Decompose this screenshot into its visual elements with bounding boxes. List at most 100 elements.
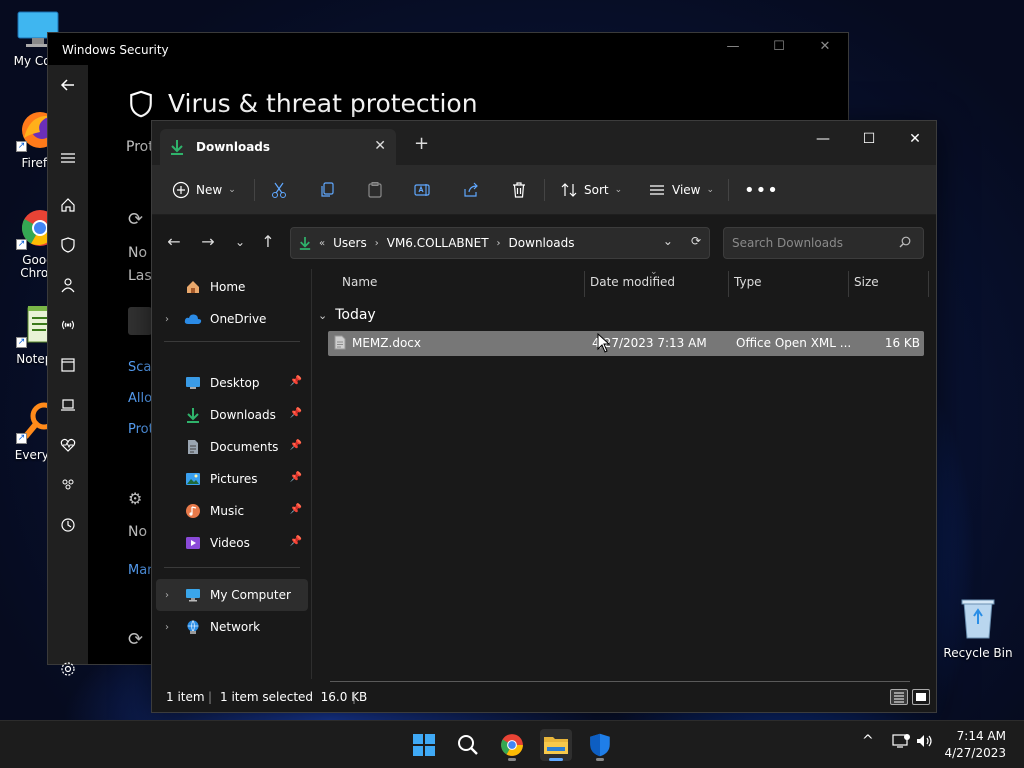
back-button[interactable]: ← xyxy=(164,233,184,253)
more-options-button[interactable]: ••• xyxy=(744,178,779,202)
nav-item-desktop[interactable]: Desktop 📌 xyxy=(156,369,308,397)
close-tab-icon[interactable]: ✕ xyxy=(374,138,386,154)
column-header-name[interactable]: Name xyxy=(342,275,377,297)
show-hidden-icons-chevron-icon[interactable]: ^ xyxy=(862,733,874,749)
minimize-button[interactable]: — xyxy=(800,127,846,151)
search-button[interactable] xyxy=(452,729,484,761)
network-icon xyxy=(184,618,202,636)
up-button[interactable]: ↑ xyxy=(258,233,278,253)
shield-icon[interactable] xyxy=(48,231,88,259)
details-view-button[interactable] xyxy=(890,689,908,705)
table-row[interactable]: MEMZ.docx 4/27/2023 7:13 AM Office Open … xyxy=(328,331,924,356)
column-divider[interactable] xyxy=(928,271,929,297)
recent-locations-button[interactable]: ⌄ xyxy=(230,233,250,253)
search-icon[interactable] xyxy=(899,236,911,251)
column-header-size[interactable]: Size xyxy=(854,275,879,297)
sort-button[interactable]: Sort ⌄ xyxy=(560,178,622,202)
nav-item-music[interactable]: Music 📌 xyxy=(156,497,308,525)
thumbnail-view-button[interactable] xyxy=(912,689,930,705)
group-header-today[interactable]: ⌄ Today xyxy=(318,307,376,323)
taskbar-windows-security-button[interactable] xyxy=(584,729,616,761)
download-arrow-icon xyxy=(184,406,202,424)
refresh-icon[interactable]: ⟳ xyxy=(691,234,701,248)
person-icon[interactable] xyxy=(48,271,88,299)
nav-item-downloads[interactable]: Downloads 📌 xyxy=(156,401,308,429)
taskbar-chrome-button[interactable] xyxy=(496,729,528,761)
new-button[interactable]: New ⌄ xyxy=(172,178,236,202)
desktop-icon-recycle-bin[interactable]: Recycle Bin xyxy=(940,596,1016,660)
settings-gear-icon[interactable] xyxy=(48,655,88,683)
close-button[interactable]: ✕ xyxy=(802,39,848,61)
maximize-button[interactable]: ☐ xyxy=(846,127,892,151)
family-icon[interactable] xyxy=(48,471,88,499)
nav-label: Music xyxy=(210,504,245,518)
system-clock[interactable]: 7:14 AM 4/27/2023 xyxy=(944,728,1006,762)
network-display-icon[interactable] xyxy=(892,733,910,753)
clock-time: 7:14 AM xyxy=(956,729,1006,743)
new-tab-icon[interactable]: + xyxy=(414,133,429,154)
copy-icon xyxy=(321,182,334,197)
file-explorer-window[interactable]: Downloads ✕ + — ☐ ✕ New ⌄ Sort ⌄ View ⌄ … xyxy=(151,120,937,713)
nav-divider xyxy=(164,341,300,342)
chevron-right-icon[interactable]: › xyxy=(156,622,178,633)
address-bar[interactable]: « Users › VM6.COLLABNET › Downloads ⌄ ⟳ xyxy=(290,227,710,259)
nav-item-home[interactable]: Home xyxy=(156,273,308,301)
breadcrumb-downloads[interactable]: Downloads xyxy=(509,236,575,250)
chevron-down-icon[interactable]: ⌄ xyxy=(318,309,327,322)
chevron-right-icon[interactable]: › xyxy=(156,590,178,601)
allowed-threats-link[interactable]: Allo xyxy=(128,391,152,406)
chrome-icon xyxy=(501,734,523,756)
nav-item-videos[interactable]: Videos 📌 xyxy=(156,529,308,557)
column-divider[interactable] xyxy=(584,271,585,297)
search-input[interactable] xyxy=(732,236,892,250)
command-bar: New ⌄ Sort ⌄ View ⌄ ••• xyxy=(152,165,936,215)
view-label: View xyxy=(672,183,701,197)
view-list-icon xyxy=(650,185,664,195)
column-header-date[interactable]: Date modified xyxy=(590,275,675,297)
home-icon[interactable] xyxy=(48,191,88,219)
nav-item-onedrive[interactable]: › OneDrive xyxy=(156,305,308,333)
paste-button[interactable] xyxy=(366,178,384,202)
copy-button[interactable] xyxy=(318,178,336,202)
back-arrow-icon[interactable] xyxy=(48,65,88,105)
chevron-right-icon[interactable]: › xyxy=(156,314,178,325)
share-button[interactable] xyxy=(462,178,480,202)
nav-item-my-computer[interactable]: › My Computer xyxy=(156,579,308,611)
chevron-right-icon[interactable]: › xyxy=(375,238,379,249)
volume-icon[interactable] xyxy=(916,733,934,753)
rename-button[interactable] xyxy=(414,178,432,202)
forward-button[interactable]: → xyxy=(198,233,218,253)
nav-label: Home xyxy=(210,280,246,294)
delete-button[interactable] xyxy=(510,178,528,202)
cut-button[interactable] xyxy=(270,178,288,202)
column-divider[interactable] xyxy=(728,271,729,297)
heart-pulse-icon[interactable] xyxy=(48,431,88,459)
wireless-icon[interactable] xyxy=(48,311,88,339)
chevron-right-icon[interactable]: › xyxy=(497,238,501,249)
view-button[interactable]: View ⌄ xyxy=(648,178,714,202)
history-icon[interactable] xyxy=(48,511,88,539)
nav-item-network[interactable]: › Network xyxy=(156,613,308,641)
protection-history-link[interactable]: Prot xyxy=(128,422,154,437)
column-header-type[interactable]: Type xyxy=(734,275,762,297)
protection-text-fragment: Prot xyxy=(126,139,154,155)
button-fragment[interactable] xyxy=(128,307,152,335)
tab-downloads[interactable]: Downloads ✕ xyxy=(160,129,396,165)
nav-item-pictures[interactable]: Pictures 📌 xyxy=(156,465,308,493)
running-indicator xyxy=(549,758,563,761)
close-button[interactable]: ✕ xyxy=(892,127,938,151)
maximize-button[interactable]: ☐ xyxy=(756,39,802,61)
breadcrumb-user-folder[interactable]: VM6.COLLABNET xyxy=(387,236,489,250)
overflow-chevron-icon[interactable]: « xyxy=(319,238,325,249)
hamburger-menu-icon[interactable] xyxy=(48,144,88,172)
search-box[interactable] xyxy=(723,227,924,259)
taskbar-file-explorer-button[interactable] xyxy=(540,729,572,761)
laptop-icon[interactable] xyxy=(48,391,88,419)
column-divider[interactable] xyxy=(848,271,849,297)
minimize-button[interactable]: — xyxy=(710,39,756,61)
chevron-down-icon[interactable]: ⌄ xyxy=(663,234,673,248)
breadcrumb-users[interactable]: Users xyxy=(333,236,367,250)
start-button[interactable] xyxy=(408,729,440,761)
nav-item-documents[interactable]: Documents 📌 xyxy=(156,433,308,461)
app-browser-icon[interactable] xyxy=(48,351,88,379)
